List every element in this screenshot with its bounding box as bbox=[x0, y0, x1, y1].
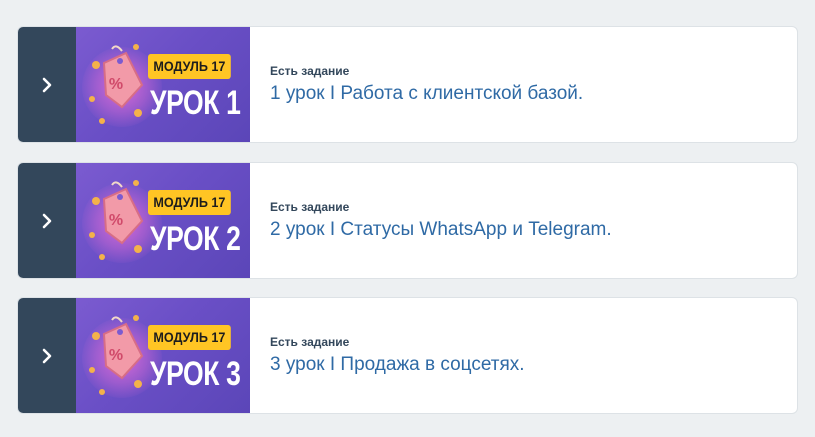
discount-tag-icon: % bbox=[89, 44, 144, 124]
discount-tag-icon: % bbox=[89, 315, 144, 395]
svg-text:%: % bbox=[109, 212, 123, 229]
svg-text:%: % bbox=[109, 347, 123, 364]
module-badge: МОДУЛЬ 17 bbox=[148, 190, 231, 215]
chevron-right-icon bbox=[42, 77, 52, 92]
lesson-thumbnail[interactable]: % МОДУЛЬ 17 УРОК 3 bbox=[76, 298, 250, 413]
expand-toggle[interactable] bbox=[18, 27, 76, 142]
lesson-info: Есть задание 2 урок I Статусы WhatsApp и… bbox=[250, 163, 612, 278]
lesson-title-link[interactable]: 2 урок I Статусы WhatsApp и Telegram. bbox=[270, 219, 612, 241]
lesson-badge: УРОК 1 bbox=[150, 84, 241, 122]
lesson-badge: УРОК 3 bbox=[150, 355, 241, 393]
lesson-thumbnail[interactable]: % МОДУЛЬ 17 УРОК 2 bbox=[76, 163, 250, 278]
module-badge: МОДУЛЬ 17 bbox=[148, 54, 231, 79]
task-label: Есть задание bbox=[270, 64, 350, 78]
chevron-right-icon bbox=[42, 348, 52, 363]
expand-toggle[interactable] bbox=[18, 163, 76, 278]
task-label: Есть задание bbox=[270, 200, 350, 214]
module-badge: МОДУЛЬ 17 bbox=[148, 325, 231, 350]
lesson-badge: УРОК 2 bbox=[150, 220, 241, 258]
lesson-card[interactable]: % МОДУЛЬ 17 УРОК 2 Есть задание 2 урок I… bbox=[17, 162, 798, 279]
expand-toggle[interactable] bbox=[18, 298, 76, 413]
lesson-info: Есть задание 3 урок I Продажа в соцсетях… bbox=[250, 298, 525, 413]
lesson-title-link[interactable]: 1 урок I Работа с клиентской базой. bbox=[270, 83, 583, 105]
lesson-title-link[interactable]: 3 урок I Продажа в соцсетях. bbox=[270, 354, 525, 376]
chevron-right-icon bbox=[42, 213, 52, 228]
task-label: Есть задание bbox=[270, 335, 350, 349]
lesson-thumbnail[interactable]: % МОДУЛЬ 17 УРОК 1 bbox=[76, 27, 250, 142]
lesson-card[interactable]: % МОДУЛЬ 17 УРОК 1 Есть задание 1 урок I… bbox=[17, 26, 798, 143]
discount-tag-icon: % bbox=[89, 180, 144, 260]
svg-text:%: % bbox=[109, 76, 123, 93]
lesson-info: Есть задание 1 урок I Работа с клиентско… bbox=[250, 27, 583, 142]
lesson-card[interactable]: % МОДУЛЬ 17 УРОК 3 Есть задание 3 урок I… bbox=[17, 297, 798, 414]
